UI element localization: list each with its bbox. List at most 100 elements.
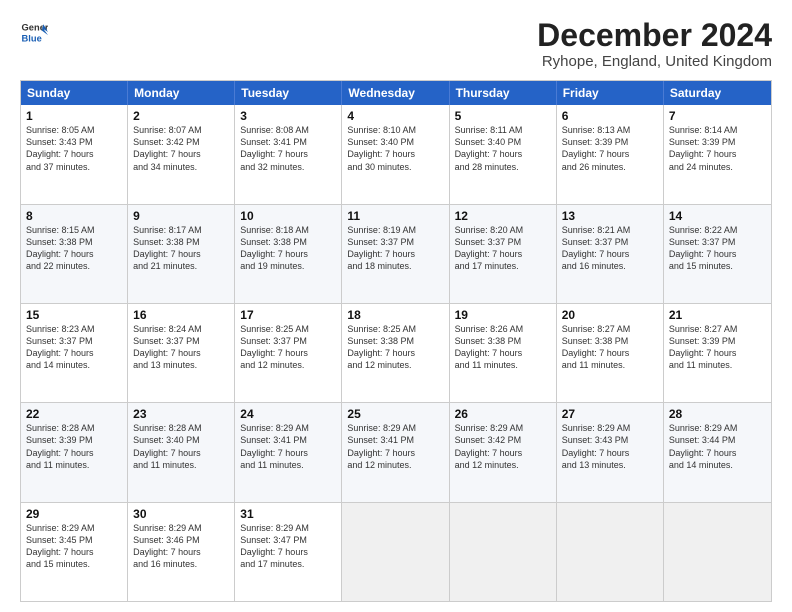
day-info: Sunrise: 8:26 AMSunset: 3:38 PMDaylight:…: [455, 323, 551, 372]
day-info: Sunrise: 8:27 AMSunset: 3:38 PMDaylight:…: [562, 323, 658, 372]
calendar-day-15: 15Sunrise: 8:23 AMSunset: 3:37 PMDayligh…: [21, 304, 128, 402]
calendar-day-7: 7Sunrise: 8:14 AMSunset: 3:39 PMDaylight…: [664, 105, 771, 203]
day-info: Sunrise: 8:15 AMSunset: 3:38 PMDaylight:…: [26, 224, 122, 273]
title-block: December 2024 Ryhope, England, United Ki…: [537, 18, 772, 70]
day-number: 11: [347, 209, 443, 223]
calendar-day-2: 2Sunrise: 8:07 AMSunset: 3:42 PMDaylight…: [128, 105, 235, 203]
calendar-subtitle: Ryhope, England, United Kingdom: [537, 53, 772, 70]
calendar-day-17: 17Sunrise: 8:25 AMSunset: 3:37 PMDayligh…: [235, 304, 342, 402]
calendar-day-29: 29Sunrise: 8:29 AMSunset: 3:45 PMDayligh…: [21, 503, 128, 601]
day-info: Sunrise: 8:19 AMSunset: 3:37 PMDaylight:…: [347, 224, 443, 273]
calendar-week-5: 29Sunrise: 8:29 AMSunset: 3:45 PMDayligh…: [21, 502, 771, 601]
calendar-day-28: 28Sunrise: 8:29 AMSunset: 3:44 PMDayligh…: [664, 403, 771, 501]
day-number: 17: [240, 308, 336, 322]
day-number: 30: [133, 507, 229, 521]
calendar-day-25: 25Sunrise: 8:29 AMSunset: 3:41 PMDayligh…: [342, 403, 449, 501]
day-number: 2: [133, 109, 229, 123]
header-day-sunday: Sunday: [21, 81, 128, 105]
day-info: Sunrise: 8:07 AMSunset: 3:42 PMDaylight:…: [133, 124, 229, 173]
calendar-day-empty: [664, 503, 771, 601]
day-number: 22: [26, 407, 122, 421]
day-info: Sunrise: 8:29 AMSunset: 3:45 PMDaylight:…: [26, 522, 122, 571]
header-day-friday: Friday: [557, 81, 664, 105]
day-info: Sunrise: 8:28 AMSunset: 3:39 PMDaylight:…: [26, 422, 122, 471]
day-number: 16: [133, 308, 229, 322]
calendar-day-20: 20Sunrise: 8:27 AMSunset: 3:38 PMDayligh…: [557, 304, 664, 402]
day-number: 23: [133, 407, 229, 421]
calendar-day-18: 18Sunrise: 8:25 AMSunset: 3:38 PMDayligh…: [342, 304, 449, 402]
day-info: Sunrise: 8:17 AMSunset: 3:38 PMDaylight:…: [133, 224, 229, 273]
day-info: Sunrise: 8:28 AMSunset: 3:40 PMDaylight:…: [133, 422, 229, 471]
calendar-day-5: 5Sunrise: 8:11 AMSunset: 3:40 PMDaylight…: [450, 105, 557, 203]
calendar-day-16: 16Sunrise: 8:24 AMSunset: 3:37 PMDayligh…: [128, 304, 235, 402]
calendar-day-12: 12Sunrise: 8:20 AMSunset: 3:37 PMDayligh…: [450, 205, 557, 303]
header-day-monday: Monday: [128, 81, 235, 105]
day-number: 8: [26, 209, 122, 223]
svg-text:Blue: Blue: [22, 33, 42, 43]
day-info: Sunrise: 8:27 AMSunset: 3:39 PMDaylight:…: [669, 323, 766, 372]
day-info: Sunrise: 8:18 AMSunset: 3:38 PMDaylight:…: [240, 224, 336, 273]
day-info: Sunrise: 8:29 AMSunset: 3:47 PMDaylight:…: [240, 522, 336, 571]
logo: General Blue General Blue: [20, 18, 48, 46]
day-number: 1: [26, 109, 122, 123]
day-info: Sunrise: 8:29 AMSunset: 3:41 PMDaylight:…: [240, 422, 336, 471]
day-number: 7: [669, 109, 766, 123]
calendar-day-31: 31Sunrise: 8:29 AMSunset: 3:47 PMDayligh…: [235, 503, 342, 601]
page: General Blue General Blue December 2024 …: [0, 0, 792, 612]
day-number: 10: [240, 209, 336, 223]
header-day-tuesday: Tuesday: [235, 81, 342, 105]
day-info: Sunrise: 8:05 AMSunset: 3:43 PMDaylight:…: [26, 124, 122, 173]
day-number: 26: [455, 407, 551, 421]
header-day-saturday: Saturday: [664, 81, 771, 105]
day-number: 12: [455, 209, 551, 223]
day-info: Sunrise: 8:29 AMSunset: 3:41 PMDaylight:…: [347, 422, 443, 471]
calendar-day-22: 22Sunrise: 8:28 AMSunset: 3:39 PMDayligh…: [21, 403, 128, 501]
day-info: Sunrise: 8:14 AMSunset: 3:39 PMDaylight:…: [669, 124, 766, 173]
calendar-day-1: 1Sunrise: 8:05 AMSunset: 3:43 PMDaylight…: [21, 105, 128, 203]
calendar-day-empty: [342, 503, 449, 601]
calendar-day-6: 6Sunrise: 8:13 AMSunset: 3:39 PMDaylight…: [557, 105, 664, 203]
calendar-day-empty: [557, 503, 664, 601]
header-day-thursday: Thursday: [450, 81, 557, 105]
day-info: Sunrise: 8:20 AMSunset: 3:37 PMDaylight:…: [455, 224, 551, 273]
day-info: Sunrise: 8:11 AMSunset: 3:40 PMDaylight:…: [455, 124, 551, 173]
calendar-week-3: 15Sunrise: 8:23 AMSunset: 3:37 PMDayligh…: [21, 303, 771, 402]
day-number: 5: [455, 109, 551, 123]
day-number: 15: [26, 308, 122, 322]
day-number: 24: [240, 407, 336, 421]
day-number: 21: [669, 308, 766, 322]
generalblue-logo-icon: General Blue: [20, 18, 48, 46]
calendar-day-8: 8Sunrise: 8:15 AMSunset: 3:38 PMDaylight…: [21, 205, 128, 303]
day-number: 3: [240, 109, 336, 123]
day-number: 20: [562, 308, 658, 322]
day-number: 19: [455, 308, 551, 322]
calendar-day-21: 21Sunrise: 8:27 AMSunset: 3:39 PMDayligh…: [664, 304, 771, 402]
header-day-wednesday: Wednesday: [342, 81, 449, 105]
calendar-day-30: 30Sunrise: 8:29 AMSunset: 3:46 PMDayligh…: [128, 503, 235, 601]
day-info: Sunrise: 8:24 AMSunset: 3:37 PMDaylight:…: [133, 323, 229, 372]
day-info: Sunrise: 8:21 AMSunset: 3:37 PMDaylight:…: [562, 224, 658, 273]
day-number: 14: [669, 209, 766, 223]
day-number: 13: [562, 209, 658, 223]
day-number: 28: [669, 407, 766, 421]
calendar: SundayMondayTuesdayWednesdayThursdayFrid…: [20, 80, 772, 602]
day-info: Sunrise: 8:29 AMSunset: 3:42 PMDaylight:…: [455, 422, 551, 471]
day-info: Sunrise: 8:13 AMSunset: 3:39 PMDaylight:…: [562, 124, 658, 173]
calendar-day-13: 13Sunrise: 8:21 AMSunset: 3:37 PMDayligh…: [557, 205, 664, 303]
calendar-day-3: 3Sunrise: 8:08 AMSunset: 3:41 PMDaylight…: [235, 105, 342, 203]
calendar-day-10: 10Sunrise: 8:18 AMSunset: 3:38 PMDayligh…: [235, 205, 342, 303]
calendar-day-9: 9Sunrise: 8:17 AMSunset: 3:38 PMDaylight…: [128, 205, 235, 303]
calendar-week-4: 22Sunrise: 8:28 AMSunset: 3:39 PMDayligh…: [21, 402, 771, 501]
calendar-day-4: 4Sunrise: 8:10 AMSunset: 3:40 PMDaylight…: [342, 105, 449, 203]
calendar-week-2: 8Sunrise: 8:15 AMSunset: 3:38 PMDaylight…: [21, 204, 771, 303]
calendar-week-1: 1Sunrise: 8:05 AMSunset: 3:43 PMDaylight…: [21, 105, 771, 203]
calendar-day-11: 11Sunrise: 8:19 AMSunset: 3:37 PMDayligh…: [342, 205, 449, 303]
day-info: Sunrise: 8:22 AMSunset: 3:37 PMDaylight:…: [669, 224, 766, 273]
day-info: Sunrise: 8:29 AMSunset: 3:46 PMDaylight:…: [133, 522, 229, 571]
day-number: 27: [562, 407, 658, 421]
calendar-title: December 2024: [537, 18, 772, 53]
day-number: 25: [347, 407, 443, 421]
calendar-header: SundayMondayTuesdayWednesdayThursdayFrid…: [21, 81, 771, 105]
day-number: 31: [240, 507, 336, 521]
calendar-day-empty: [450, 503, 557, 601]
